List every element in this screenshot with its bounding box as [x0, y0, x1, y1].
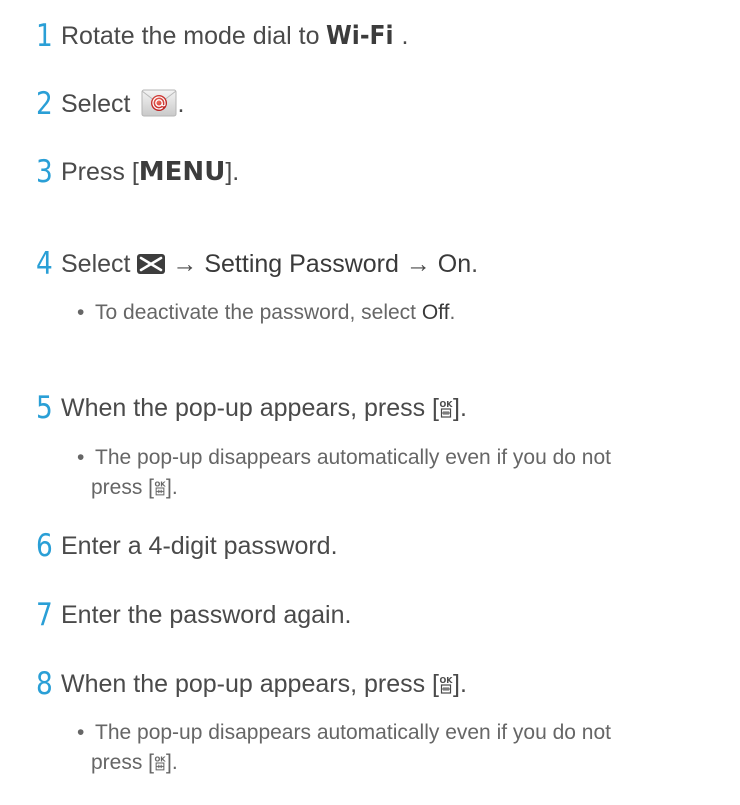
step-text: Press [MENU].: [61, 157, 240, 187]
step-text: Enter a 4-digit password.: [61, 532, 338, 560]
step-number: 5: [36, 390, 53, 426]
step-text: Select → Setting Password → On.: [61, 244, 478, 284]
message-envelope-icon: [137, 246, 166, 274]
step-8-note: • The pop-up disappears automatically eve…: [77, 718, 611, 778]
step-number: 3: [36, 154, 53, 190]
step-number: 8: [36, 666, 53, 702]
step-text: Enter the password again.: [61, 601, 352, 629]
off-option: Off: [421, 301, 450, 324]
ok-delete-button-icon: OK: [154, 751, 166, 771]
step-5: 5 When the pop-up appears, press [ OK ].: [0, 388, 740, 428]
bullet: •: [77, 721, 85, 744]
step-1: 1 Rotate the mode dial to Wi-Fi.: [0, 16, 740, 56]
note-continuation: press [ OK ].: [91, 751, 178, 774]
step-text: When the pop-up appears, press [ OK ].: [61, 664, 467, 704]
setting-password-option: Setting Password: [204, 250, 399, 278]
wifi-mode-label: Wi-Fi: [326, 21, 395, 51]
step-5-note: • The pop-up disappears automatically eve…: [77, 443, 611, 503]
svg-text:OK: OK: [440, 676, 454, 685]
step-4-note: • To deactivate the password, select Off.: [77, 298, 455, 328]
step-6: 6 Enter a 4-digit password.: [0, 526, 740, 566]
step-number: 7: [36, 597, 53, 633]
step-number: 4: [36, 246, 53, 282]
email-sharing-icon: [141, 87, 177, 118]
note-continuation: press [ OK ].: [91, 476, 178, 499]
step-number: 6: [36, 528, 53, 564]
menu-button-label: MENU: [138, 157, 226, 187]
ok-delete-button-icon: OK: [154, 476, 166, 496]
step-text: Select .: [61, 84, 184, 124]
bullet: •: [77, 446, 85, 469]
step-4: 4 Select → Setting Password → On.: [0, 244, 740, 284]
on-option: On: [437, 250, 472, 278]
step-7: 7 Enter the password again.: [0, 595, 740, 635]
step-number: 2: [36, 86, 53, 122]
step-8: 8 When the pop-up appears, press [ OK ].: [0, 664, 740, 704]
step-3: 3 Press [MENU].: [0, 152, 740, 192]
ok-delete-button-icon: OK: [439, 391, 454, 418]
step-text: When the pop-up appears, press [ OK ].: [61, 388, 467, 428]
svg-text:OK: OK: [440, 400, 454, 409]
step-2: 2 Select .: [0, 84, 740, 124]
bullet: •: [77, 301, 85, 324]
step-text: Rotate the mode dial to Wi-Fi.: [61, 16, 408, 56]
step-number: 1: [36, 18, 53, 54]
svg-text:OK: OK: [154, 755, 166, 763]
ok-delete-button-icon: OK: [439, 667, 454, 694]
svg-text:OK: OK: [154, 480, 166, 488]
